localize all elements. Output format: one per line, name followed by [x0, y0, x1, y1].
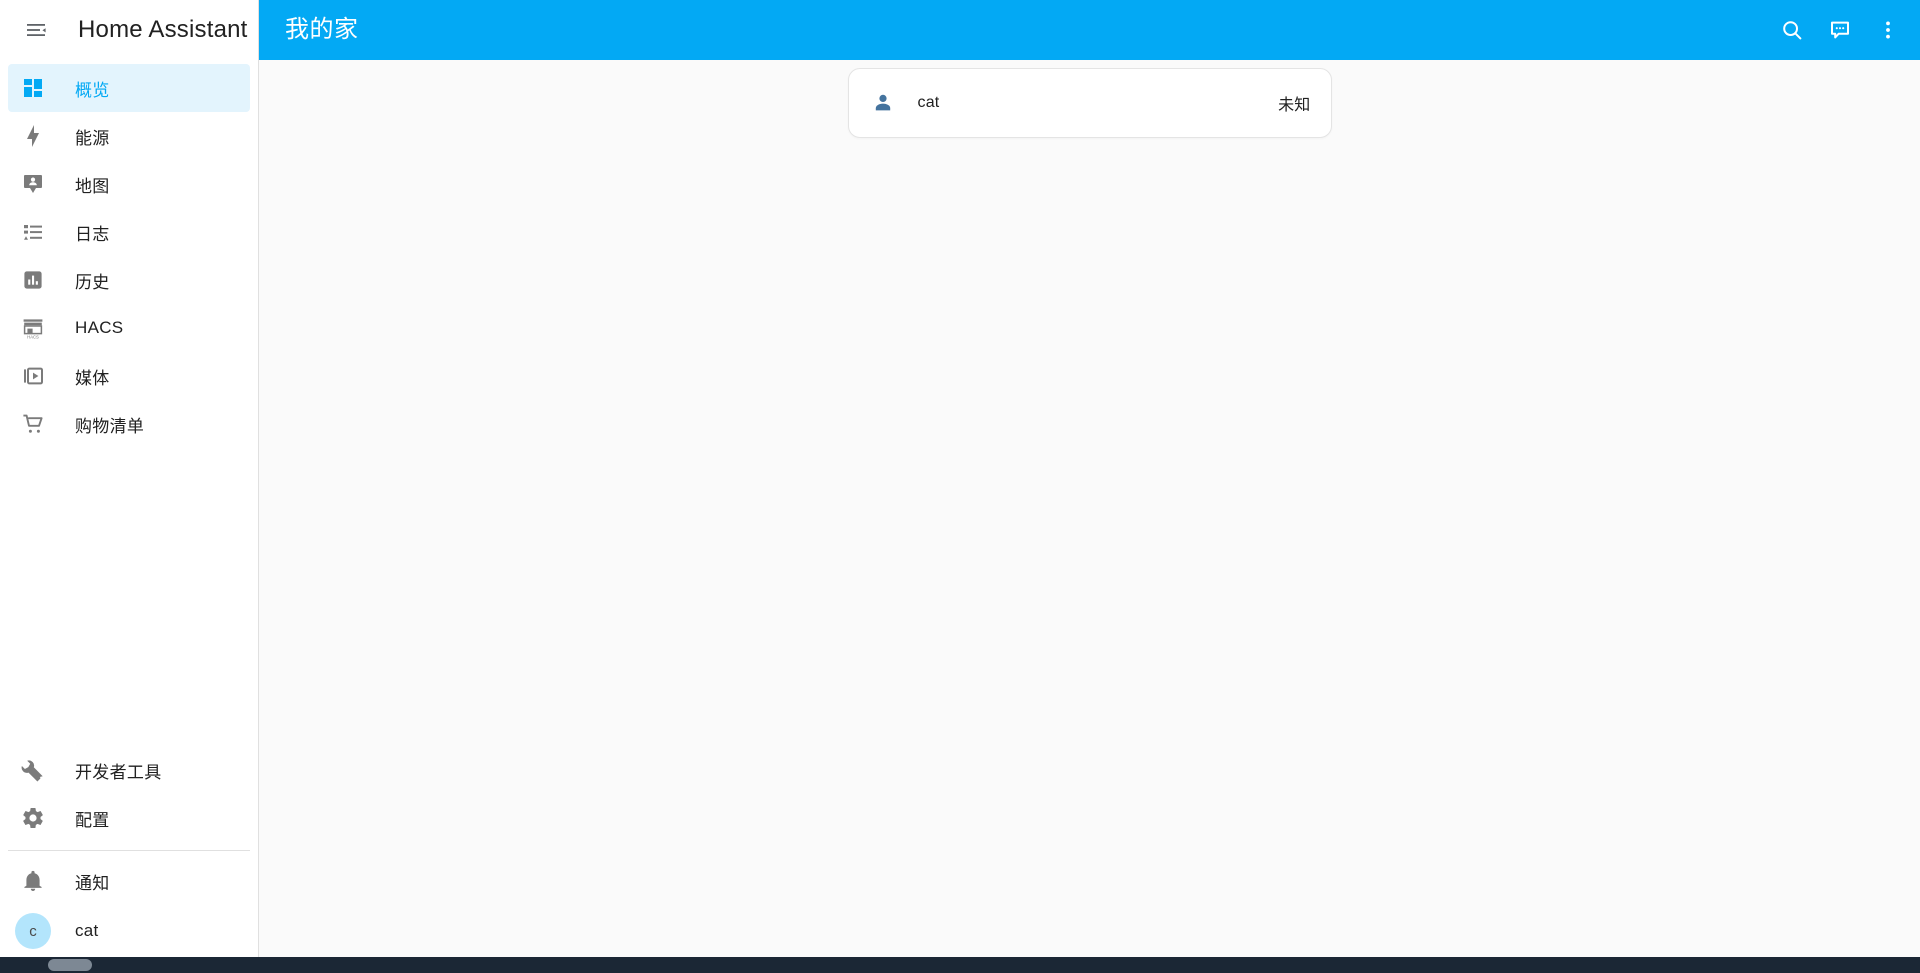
lightning-bolt-icon	[19, 122, 47, 150]
entity-row[interactable]: cat 未知	[849, 69, 1331, 137]
sidebar-item-logbook[interactable]: 日志	[8, 208, 250, 256]
sidebar-item-notifications[interactable]: 通知	[8, 857, 250, 905]
format-list-bulleted-icon	[19, 218, 47, 246]
sidebar-item-map[interactable]: 地图	[8, 160, 250, 208]
sidebar-item-shopping-list[interactable]: 购物清单	[8, 400, 250, 448]
assist-icon[interactable]	[1816, 6, 1864, 54]
sidebar-divider	[8, 850, 250, 851]
sidebar-item-label: 能源	[75, 128, 110, 148]
map-marker-account-icon	[19, 170, 47, 198]
home-assistant-app: Home Assistant 概览 能源 地图 日志 历史 HACS HACS …	[0, 0, 1920, 973]
main-area: 我的家 cat 未知	[259, 0, 1920, 973]
user-name-label: cat	[75, 921, 99, 940]
card-grid: cat 未知	[259, 68, 1920, 138]
sidebar-item-label: HACS	[75, 318, 124, 337]
account-icon	[869, 89, 897, 117]
svg-text:HACS: HACS	[27, 334, 39, 339]
sidebar-item-media[interactable]: 媒体	[8, 352, 250, 400]
menu-collapse-icon[interactable]	[12, 6, 60, 54]
view-dashboard-icon	[19, 74, 47, 102]
sidebar-item-developer-tools[interactable]: 开发者工具	[8, 746, 250, 794]
search-icon[interactable]	[1768, 6, 1816, 54]
entity-name-label: cat	[917, 94, 940, 111]
sidebar-item-overview[interactable]: 概览	[8, 64, 250, 112]
sidebar-item-label: 媒体	[75, 368, 110, 388]
wrench-icon	[19, 756, 47, 784]
sidebar-nav: 概览 能源 地图 日志 历史 HACS HACS 媒体 购物清单 开发者工具 配…	[0, 60, 258, 973]
sidebar-item-user-profile[interactable]: c cat	[8, 905, 250, 957]
chart-box-icon	[19, 266, 47, 294]
sidebar-header: Home Assistant	[0, 0, 258, 60]
play-box-multiple-icon	[19, 362, 47, 390]
sidebar-bottom-list: 开发者工具 配置 通知 c cat	[0, 746, 258, 973]
entities-card: cat 未知	[847, 68, 1332, 138]
cart-icon	[19, 410, 47, 438]
page-title: 我的家	[285, 16, 359, 43]
sidebar-item-label: 购物清单	[75, 416, 145, 436]
sidebar: Home Assistant 概览 能源 地图 日志 历史 HACS HACS …	[0, 0, 259, 973]
sidebar-item-label: 地图	[75, 176, 110, 196]
sidebar-item-settings[interactable]: 配置	[8, 794, 250, 842]
sidebar-item-label: 通知	[75, 873, 110, 893]
dashboard-content: cat 未知	[259, 60, 1920, 973]
horizontal-scrollbar[interactable]	[0, 957, 1920, 973]
bell-icon	[19, 867, 47, 895]
hacs-storefront-icon: HACS	[19, 314, 47, 342]
app-bar-actions	[1768, 6, 1912, 54]
overflow-menu-icon[interactable]	[1864, 6, 1912, 54]
horizontal-scrollbar-thumb[interactable]	[48, 959, 92, 971]
sidebar-item-history[interactable]: 历史	[8, 256, 250, 304]
sidebar-primary-list: 概览 能源 地图 日志 历史 HACS HACS 媒体 购物清单	[0, 64, 258, 448]
sidebar-item-label: 配置	[75, 810, 110, 830]
app-title: Home Assistant	[78, 16, 248, 43]
card-column: cat 未知	[844, 68, 1336, 138]
sidebar-item-label: 历史	[75, 272, 110, 292]
app-bar: 我的家	[259, 0, 1920, 60]
avatar: c	[15, 913, 51, 949]
sidebar-item-label: 概览	[75, 80, 110, 100]
sidebar-item-hacs[interactable]: HACS HACS	[8, 304, 250, 352]
cog-icon	[19, 804, 47, 832]
sidebar-item-energy[interactable]: 能源	[8, 112, 250, 160]
sidebar-item-label: 开发者工具	[75, 762, 162, 782]
sidebar-item-label: 日志	[75, 224, 110, 244]
entity-state-value: 未知	[1278, 97, 1311, 114]
